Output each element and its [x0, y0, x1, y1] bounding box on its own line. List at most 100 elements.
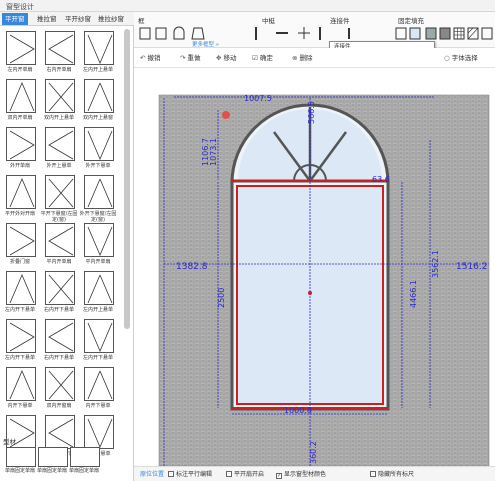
font-select-button[interactable]: ○ 字体选择	[444, 53, 478, 63]
window-type-item[interactable]: 左内开下悬单	[81, 318, 115, 366]
window-type-item[interactable]: 内开下悬单	[81, 366, 115, 414]
redo-icon: ↷	[180, 54, 186, 62]
window-type-icon	[45, 79, 75, 113]
profile-type-item[interactable]: 单扇固定单扇	[35, 446, 69, 478]
window-type-item[interactable]: 平内开单扇	[81, 222, 115, 270]
window-type-label: 右内开下悬单	[43, 355, 74, 361]
window-type-item[interactable]: 右内开下悬单	[42, 270, 76, 318]
radio-icon: ○	[444, 54, 450, 62]
fill-last-icon	[481, 27, 493, 40]
window-type-item[interactable]: 平开下悬窗/左固定(窗)	[41, 174, 77, 223]
window-type-label: 双内开单扇	[7, 115, 33, 121]
window-type-icon	[45, 127, 75, 161]
confirm-button[interactable]: ☑ 确定	[252, 53, 273, 63]
window-type-label: 折叠门窗	[9, 259, 30, 265]
option-casement-open[interactable]: 平开扇开启	[226, 470, 264, 479]
window-type-icon	[6, 271, 36, 305]
title-bar: 窗型设计	[0, 0, 495, 12]
window-type-item[interactable]: 左内开上悬单	[81, 270, 115, 318]
option-hide-rulers[interactable]: 隐藏所有标尺	[370, 470, 414, 479]
window-type-item[interactable]: 右内开单扇	[42, 30, 76, 78]
delete-button[interactable]: ⊗ 删除	[292, 53, 313, 63]
window-type-item[interactable]: 双内开单扇	[3, 78, 37, 126]
window-type-label: 外开单扇	[9, 163, 30, 169]
confirm-icon: ☑	[252, 54, 258, 62]
window-type-item[interactable]: 左内开下悬单	[3, 270, 37, 318]
window-type-item[interactable]: 外开下悬窗/左固定(窗)	[80, 174, 116, 223]
toolbar-icons	[139, 26, 493, 40]
window-type-icon	[84, 31, 114, 65]
window-type-item[interactable]: 外开下悬单	[81, 126, 115, 174]
scrollbar-thumb[interactable]	[124, 29, 130, 329]
undo-label: 撤销	[147, 54, 161, 62]
window-type-item[interactable]: 双内开上悬单	[42, 78, 76, 126]
window-drawing[interactable]: 1007.5 63.6 1382.8 1516.2 1000.8 566.5 1…	[134, 68, 495, 466]
reset-position-link[interactable]: 原位位置	[140, 470, 164, 479]
frame-square-icon	[155, 27, 167, 40]
profile-type-item[interactable]: 单扇固定单扇	[67, 446, 101, 478]
window-type-icon	[84, 223, 114, 257]
window-type-icon	[84, 415, 114, 449]
dim-corner-label: 63.6	[372, 175, 390, 184]
window-type-item[interactable]: 双内开窗扇	[42, 366, 76, 414]
window-type-label: 左内开上悬单	[82, 307, 113, 313]
checkbox-icon	[226, 471, 232, 477]
undo-button[interactable]: ↶ 撤销	[140, 53, 161, 63]
action-bar: ↶ 撤销 ↷ 重做 ✥ 移动 ☑ 确定 ⊗ 删除 ○ 字体选择	[134, 48, 495, 68]
window-type-item[interactable]: 平内开单扇	[42, 222, 76, 270]
window-type-item[interactable]: 双内开上悬窗	[81, 78, 115, 126]
fill-blank-icon	[395, 27, 407, 40]
move-label: 移动	[223, 54, 237, 62]
window-type-label: 平内开单扇	[85, 259, 111, 265]
drawing-canvas[interactable]: 1007.5 63.6 1382.8 1516.2 1000.8 566.5 1…	[134, 68, 495, 466]
tab-casement-screen[interactable]: 平开纱窗	[62, 13, 94, 25]
fill-grid-icon	[453, 27, 465, 40]
profile-type-icon	[6, 447, 36, 467]
tab-casement[interactable]: 平开窗	[2, 13, 28, 25]
window-type-label: 双内开上悬窗	[82, 115, 113, 121]
dim-right-total-label: 1516.2	[456, 262, 488, 272]
window-type-item[interactable]: 右内开下悬单	[42, 318, 76, 366]
window-type-label: 左内开上悬单	[82, 67, 113, 73]
redo-button[interactable]: ↷ 重做	[180, 53, 201, 63]
window-type-icon	[6, 319, 36, 353]
window-type-item[interactable]: 平开外对开扇	[3, 174, 37, 222]
window-type-icon	[45, 223, 75, 257]
window-type-label: 内开下悬单	[7, 403, 33, 409]
panel-scrollbar[interactable]	[124, 29, 130, 329]
window-type-icon	[45, 271, 75, 305]
option-label: 平开扇开启	[234, 471, 265, 478]
profile-type-item[interactable]: 单扇固定单扇	[3, 446, 37, 478]
window-type-item[interactable]: 左内开上悬单	[81, 30, 115, 78]
window-type-label: 双内开窗扇	[46, 403, 72, 409]
window-type-item[interactable]: 外开单扇	[3, 126, 37, 174]
window-type-icon	[6, 79, 36, 113]
tab-sliding[interactable]: 推拉窗	[34, 13, 60, 25]
window-type-item[interactable]: 内开下悬单	[3, 366, 37, 414]
font-select-label: 字体选择	[451, 54, 478, 62]
window-type-icon	[6, 223, 36, 257]
window-type-item[interactable]: 折叠门窗	[3, 222, 37, 270]
window-type-icon	[84, 175, 114, 209]
option-parallel-edit[interactable]: 标注平行编辑	[168, 470, 212, 479]
redo-label: 重做	[187, 54, 201, 62]
window-type-label: 平开外对开扇	[4, 211, 35, 217]
move-icon: ✥	[216, 54, 222, 62]
window-type-item[interactable]: 左内开下悬单	[3, 318, 37, 366]
window-type-label: 右内开单扇	[46, 67, 72, 73]
option-show-profile-color[interactable]: ✓ 显示窗型材颜色	[276, 470, 326, 479]
window-type-icon	[6, 367, 36, 401]
window-type-icon	[6, 31, 36, 65]
mullion-plus-icon	[298, 27, 310, 39]
move-button[interactable]: ✥ 移动	[216, 53, 237, 63]
window-type-item[interactable]: 左内开单扇	[3, 30, 37, 78]
tab-sliding-screen[interactable]: 推拉纱窗	[95, 13, 127, 25]
window-type-label: 左内开下悬单	[4, 307, 35, 313]
dim-right-mid-label: 3562.1	[431, 250, 440, 278]
window-type-icon	[45, 415, 75, 449]
dim-left-total-label: 1382.8	[176, 262, 208, 272]
frame-trapezoid-icon	[191, 27, 205, 40]
window-type-item[interactable]: 外开上悬单	[42, 126, 76, 174]
window-type-label: 外开上悬单	[46, 163, 72, 169]
main-toolbar: 框 中梃 连接件 固定填充 更多框型 »	[134, 12, 495, 48]
